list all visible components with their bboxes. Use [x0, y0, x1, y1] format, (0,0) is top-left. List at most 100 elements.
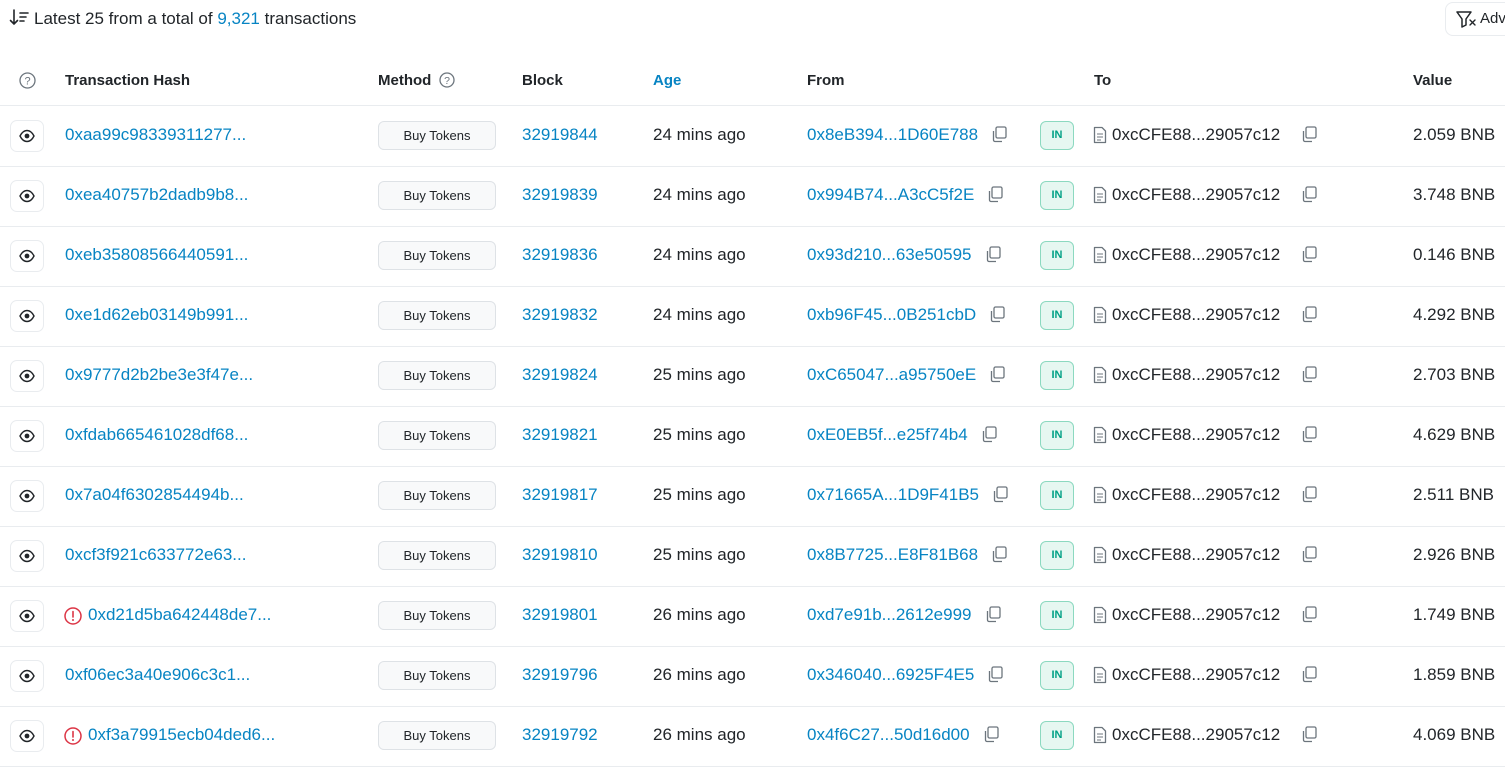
view-details-button[interactable] [10, 120, 44, 152]
copy-icon[interactable] [1300, 245, 1318, 263]
copy-icon[interactable] [1300, 725, 1318, 743]
view-details-button[interactable] [10, 480, 44, 512]
filter-icon [1456, 11, 1476, 28]
from-address-link[interactable]: 0x71665A...1D9F41B5 [807, 485, 979, 505]
block-link[interactable]: 32919801 [522, 605, 598, 625]
transaction-hash-link[interactable]: 0x9777d2b2be3e3f47e... [65, 365, 253, 385]
from-address-link[interactable]: 0x4f6C27...50d16d00 [807, 725, 970, 745]
view-details-button[interactable] [10, 180, 44, 212]
table-row: 0xfdab665461028df68... Buy Tokens 329198… [0, 406, 1505, 467]
view-details-button[interactable] [10, 300, 44, 332]
transaction-hash-link[interactable]: 0xfdab665461028df68... [65, 425, 248, 445]
copy-icon[interactable] [990, 545, 1008, 563]
question-circle-icon[interactable]: ? [438, 72, 455, 88]
copy-icon[interactable] [990, 125, 1008, 143]
from-address-link[interactable]: 0x8eB394...1D60E788 [807, 125, 978, 145]
exclamation-circle-icon [64, 607, 82, 625]
from-address-link[interactable]: 0x8B7725...E8F81B68 [807, 545, 978, 565]
transaction-hash-link[interactable]: 0x7a04f6302854494b... [65, 485, 244, 505]
copy-icon[interactable] [982, 725, 1000, 743]
transaction-hash-link[interactable]: 0xea40757b2dadb9b8... [65, 185, 248, 205]
from-address-link[interactable]: 0xb96F45...0B251cbD [807, 305, 976, 325]
block-link[interactable]: 32919792 [522, 725, 598, 745]
copy-icon[interactable] [980, 425, 998, 443]
to-address[interactable]: 0xcCFE88...29057c12 [1112, 425, 1280, 445]
block-link[interactable]: 32919832 [522, 305, 598, 325]
copy-icon[interactable] [1300, 545, 1318, 563]
transaction-hash-link[interactable]: 0xd21d5ba642448de7... [88, 605, 271, 625]
to-address[interactable]: 0xcCFE88...29057c12 [1112, 545, 1280, 565]
view-details-button[interactable] [10, 420, 44, 452]
view-details-button[interactable] [10, 720, 44, 752]
to-address[interactable]: 0xcCFE88...29057c12 [1112, 245, 1280, 265]
copy-icon[interactable] [988, 305, 1006, 323]
copy-icon[interactable] [984, 605, 1002, 623]
copy-icon[interactable] [1300, 365, 1318, 383]
copy-icon[interactable] [984, 245, 1002, 263]
copy-icon[interactable] [988, 365, 1006, 383]
question-circle-icon[interactable]: ? [19, 72, 36, 89]
view-details-button[interactable] [10, 600, 44, 632]
transaction-hash-link[interactable]: 0xf06ec3a40e906c3c1... [65, 665, 250, 685]
transaction-hash-link[interactable]: 0xcf3f921c633772e63... [65, 545, 246, 565]
table-row: 0xcf3f921c633772e63... Buy Tokens 329198… [0, 526, 1505, 587]
document-icon [1093, 126, 1107, 144]
from-address-link[interactable]: 0x93d210...63e50595 [807, 245, 972, 265]
copy-icon[interactable] [1300, 125, 1318, 143]
total-transactions-link[interactable]: 9,321 [217, 9, 260, 28]
method-badge: Buy Tokens [378, 541, 496, 570]
from-address-link[interactable]: 0xd7e91b...2612e999 [807, 605, 972, 625]
block-link[interactable]: 32919817 [522, 485, 598, 505]
method-badge: Buy Tokens [378, 721, 496, 750]
to-address[interactable]: 0xcCFE88...29057c12 [1112, 305, 1280, 325]
block-link[interactable]: 32919844 [522, 125, 598, 145]
copy-icon[interactable] [1300, 305, 1318, 323]
copy-icon[interactable] [1300, 485, 1318, 503]
transaction-value: 4.069 BNB [1413, 725, 1496, 744]
block-link[interactable]: 32919836 [522, 245, 598, 265]
to-address[interactable]: 0xcCFE88...29057c12 [1112, 725, 1280, 745]
advanced-filter-button[interactable]: Adv [1445, 2, 1505, 36]
advanced-filter-label: Adv [1480, 10, 1505, 27]
copy-icon[interactable] [986, 185, 1004, 203]
to-address[interactable]: 0xcCFE88...29057c12 [1112, 185, 1280, 205]
to-address[interactable]: 0xcCFE88...29057c12 [1112, 665, 1280, 685]
copy-icon[interactable] [1300, 605, 1318, 623]
eye-icon [19, 729, 35, 743]
transaction-hash-link[interactable]: 0xaa99c98339311277... [65, 125, 246, 145]
transaction-hash-link[interactable]: 0xeb35808566440591... [65, 245, 248, 265]
document-icon [1093, 546, 1107, 564]
to-address[interactable]: 0xcCFE88...29057c12 [1112, 365, 1280, 385]
age-text: 24 mins ago [653, 245, 746, 264]
from-address-link[interactable]: 0xE0EB5f...e25f74b4 [807, 425, 968, 445]
sort-descending-icon [9, 9, 29, 26]
column-value: Value [1413, 72, 1453, 89]
block-link[interactable]: 32919796 [522, 665, 598, 685]
column-age-toggle[interactable]: Age [653, 72, 681, 89]
document-icon [1093, 606, 1107, 624]
block-link[interactable]: 32919810 [522, 545, 598, 565]
from-address-link[interactable]: 0x346040...6925F4E5 [807, 665, 974, 685]
view-details-button[interactable] [10, 360, 44, 392]
transaction-hash-link[interactable]: 0xe1d62eb03149b991... [65, 305, 248, 325]
copy-icon[interactable] [1300, 665, 1318, 683]
to-address[interactable]: 0xcCFE88...29057c12 [1112, 125, 1280, 145]
block-link[interactable]: 32919824 [522, 365, 598, 385]
document-icon [1093, 186, 1107, 204]
block-link[interactable]: 32919839 [522, 185, 598, 205]
direction-in-badge: IN [1040, 361, 1074, 390]
to-address[interactable]: 0xcCFE88...29057c12 [1112, 485, 1280, 505]
copy-icon[interactable] [1300, 185, 1318, 203]
view-details-button[interactable] [10, 660, 44, 692]
to-address[interactable]: 0xcCFE88...29057c12 [1112, 605, 1280, 625]
copy-icon[interactable] [1300, 425, 1318, 443]
view-details-button[interactable] [10, 240, 44, 272]
transaction-hash-link[interactable]: 0xf3a79915ecb04ded6... [88, 725, 275, 745]
copy-icon[interactable] [991, 485, 1009, 503]
from-address-link[interactable]: 0x994B74...A3cC5f2E [807, 185, 974, 205]
block-link[interactable]: 32919821 [522, 425, 598, 445]
method-badge: Buy Tokens [378, 301, 496, 330]
view-details-button[interactable] [10, 540, 44, 572]
copy-icon[interactable] [986, 665, 1004, 683]
from-address-link[interactable]: 0xC65047...a95750eE [807, 365, 976, 385]
